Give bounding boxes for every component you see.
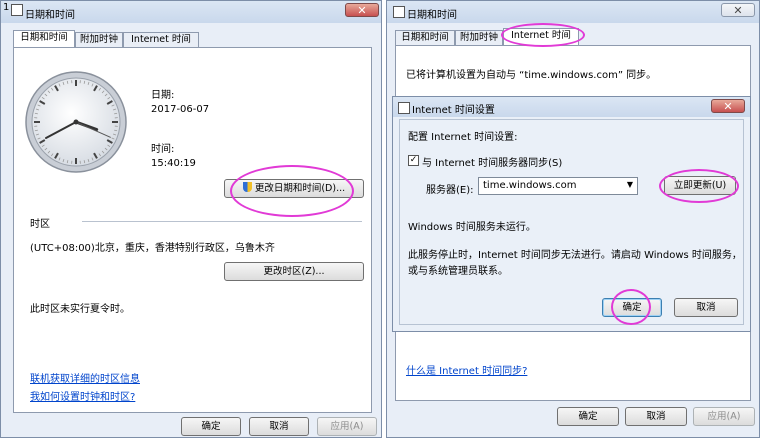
right-close-button[interactable]: ✕ (721, 3, 755, 17)
corner-label: 1 (3, 2, 10, 13)
window-icon (393, 6, 405, 18)
sync-checkbox[interactable]: ✓ (408, 155, 419, 166)
cancel-label: 取消 (646, 411, 666, 422)
apply-label: 应用(A) (330, 421, 364, 432)
analog-clock (25, 71, 127, 173)
highlight-circle-ok (611, 289, 651, 325)
window-icon (398, 102, 410, 114)
service-note-line1: 此服务停止时，Internet 时间同步无法进行。请启动 Windows 时间服… (408, 250, 742, 261)
time-value: 15:40:19 (151, 158, 196, 169)
apply-label: 应用(A) (707, 411, 741, 422)
server-label: 服务器(E): (426, 185, 474, 196)
right-apply-button[interactable]: 应用(A) (693, 407, 755, 426)
tab-additional-clocks[interactable]: 附加时钟 (455, 30, 503, 45)
sync-checkbox-label: 与 Internet 时间服务器同步(S) (422, 158, 563, 169)
ok-label: 确定 (578, 411, 598, 422)
sync-status: 已将计算机设置为自动与 “time.windows.com” 同步。 (406, 70, 657, 81)
left-apply-button[interactable]: 应用(A) (317, 417, 377, 436)
how-to-set-clock-link[interactable]: 我如何设置时钟和时区? (30, 388, 135, 403)
ok-label: 确定 (201, 421, 221, 432)
cancel-label: 取消 (696, 302, 716, 313)
tab-additional-clocks[interactable]: 附加时钟 (75, 32, 123, 47)
clock-center (73, 119, 79, 125)
left-window: 1 日期和时间 ✕ 日期和时间 附加时钟 Internet 时间 日期: 201… (0, 0, 382, 438)
tab-label: 日期和时间 (20, 32, 68, 43)
timezone-divider (82, 221, 362, 222)
config-label: 配置 Internet 时间设置: (408, 132, 518, 143)
timezone-info-link[interactable]: 联机获取详细的时区信息 (30, 370, 140, 385)
right-cancel-button[interactable]: 取消 (625, 407, 687, 426)
dialog-close-button[interactable]: ✕ (711, 99, 745, 113)
left-ok-button[interactable]: 确定 (181, 417, 241, 436)
date-label: 日期: (151, 90, 175, 101)
server-select[interactable]: time.windows.com ▼ (478, 177, 638, 195)
date-value: 2017-06-07 (151, 104, 210, 115)
chevron-down-icon: ▼ (626, 180, 633, 189)
dialog-title: Internet 时间设置 (412, 105, 495, 116)
tab-label: 日期和时间 (401, 32, 449, 43)
change-timezone-label: 更改时区(Z)... (263, 266, 325, 277)
tab-date-time[interactable]: 日期和时间 (395, 30, 455, 45)
highlight-circle-update-now (659, 169, 739, 203)
timezone-header: 时区 (30, 219, 50, 230)
internet-time-dialog: Internet 时间设置 ✕ 配置 Internet 时间设置: ✓ 与 In… (392, 96, 751, 332)
tab-internet-time[interactable]: Internet 时间 (123, 32, 199, 47)
internet-sync-link[interactable]: 什么是 Internet 时间同步? (406, 362, 527, 377)
close-icon: ✕ (723, 100, 733, 113)
left-window-title: 日期和时间 (25, 10, 75, 21)
timezone-value: (UTC+08:00)北京，重庆，香港特别行政区，乌鲁木齐 (30, 243, 275, 254)
right-window-title: 日期和时间 (407, 10, 457, 21)
close-icon: ✕ (733, 4, 743, 17)
highlight-circle-internet-tab (501, 23, 585, 47)
time-label: 时间: (151, 144, 175, 155)
checkmark-icon: ✓ (409, 155, 418, 165)
dialog-body: 配置 Internet 时间设置: ✓ 与 Internet 时间服务器同步(S… (399, 119, 744, 325)
left-close-button[interactable]: ✕ (345, 3, 379, 17)
tab-label: Internet 时间 (131, 34, 191, 45)
dst-note: 此时区未实行夏令时。 (30, 304, 130, 315)
cancel-label: 取消 (269, 421, 289, 432)
left-tab-panel: 日期: 2017-06-07 时间: 15:40:19 更改日期和时间(D)..… (13, 47, 372, 413)
left-cancel-button[interactable]: 取消 (249, 417, 309, 436)
tab-label: 附加时钟 (459, 32, 498, 43)
window-icon (11, 4, 23, 16)
change-timezone-button[interactable]: 更改时区(Z)... (224, 262, 364, 281)
right-ok-button[interactable]: 确定 (557, 407, 619, 426)
dialog-cancel-button[interactable]: 取消 (674, 298, 738, 317)
server-value: time.windows.com (483, 180, 577, 191)
tab-date-time[interactable]: 日期和时间 (13, 30, 75, 47)
highlight-circle-change-datetime (230, 165, 354, 217)
tab-label: 附加时钟 (79, 34, 118, 45)
service-note-line2: 或与系统管理员联系。 (408, 266, 508, 277)
close-icon: ✕ (357, 4, 367, 17)
service-status: Windows 时间服务未运行。 (408, 222, 536, 233)
